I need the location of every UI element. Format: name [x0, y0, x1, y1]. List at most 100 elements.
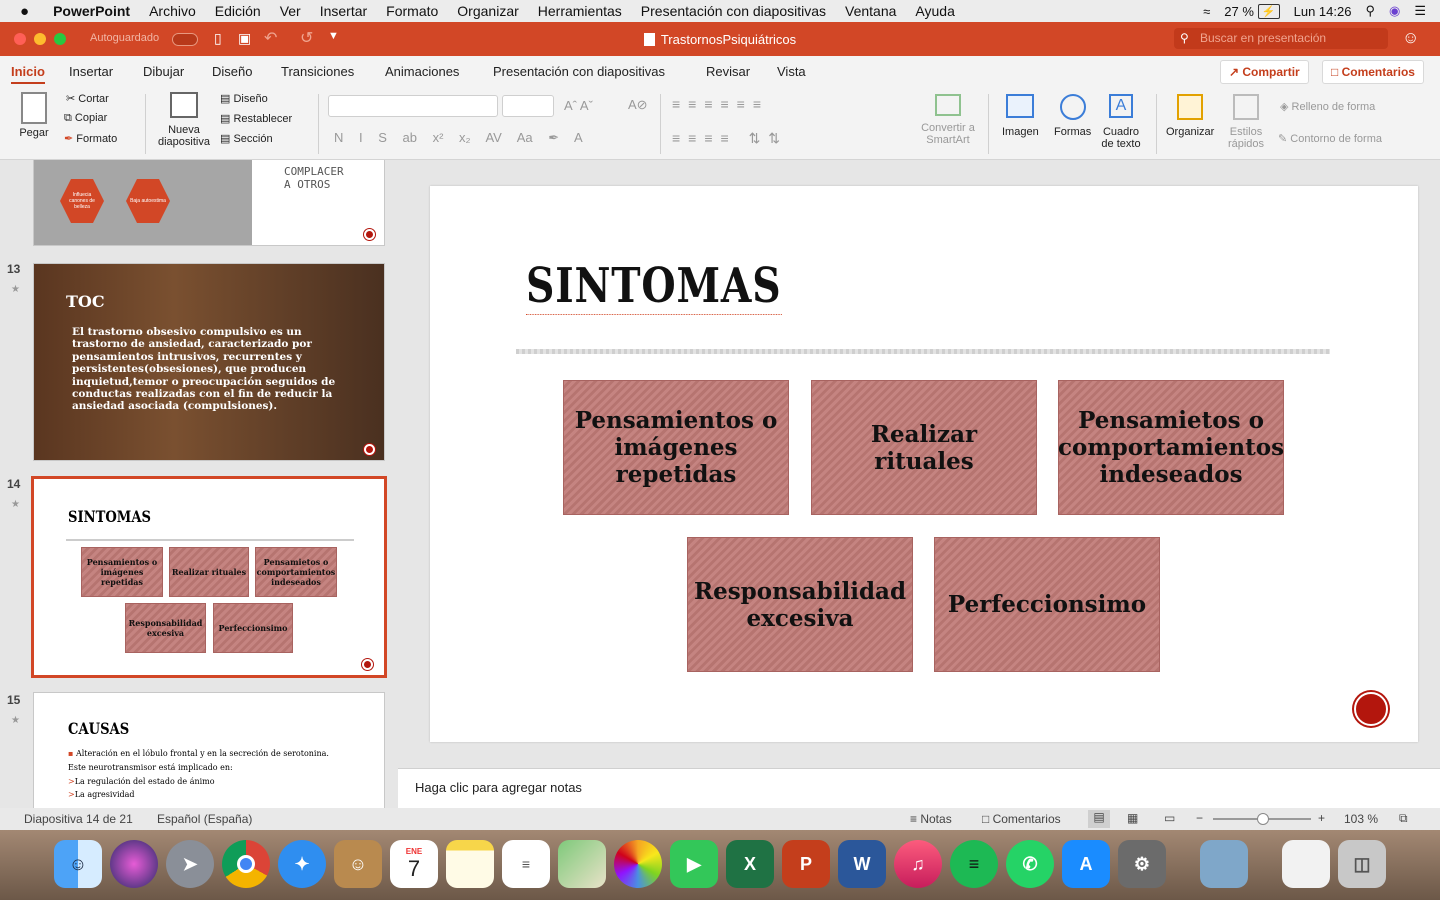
symptom-box[interactable]: Pensamietos o comportamientos indeseados — [1058, 380, 1284, 515]
slide-thumbnail-12[interactable]: Influecia canones de belleza Baja autoes… — [33, 160, 385, 246]
siri-icon[interactable]: ◉ — [1389, 3, 1400, 19]
search-input[interactable]: Buscar en presentación — [1174, 28, 1388, 49]
clear-format-icon[interactable]: A⊘ — [628, 97, 648, 113]
symptom-box[interactable]: Realizar rituales — [811, 380, 1037, 515]
menu-ventana[interactable]: Ventana — [845, 3, 896, 19]
launchpad-icon[interactable]: ➤ — [166, 840, 214, 888]
notification-center-icon[interactable]: ☰ — [1414, 3, 1426, 19]
cut-button[interactable]: ✂ Cortar — [66, 92, 109, 105]
menu-ver[interactable]: Ver — [280, 3, 301, 19]
font-style-buttons[interactable]: N I S ab x² x₂ AV Aa ✒ A — [334, 130, 583, 146]
comments-button[interactable]: □ Comentarios — [1322, 60, 1424, 84]
reset-button[interactable]: ▤ Restablecer — [220, 112, 292, 125]
zoom-level[interactable]: 103 % — [1344, 812, 1378, 826]
fit-to-window-icon[interactable]: ⧉ — [1399, 811, 1408, 826]
normal-view-icon[interactable]: ▤ — [1088, 810, 1110, 828]
menu-insertar[interactable]: Insertar — [320, 3, 367, 19]
paste-button[interactable]: Pegar — [12, 92, 56, 139]
symptom-box[interactable]: Responsabilidad excesiva — [687, 537, 913, 672]
app-store-icon[interactable]: A — [1062, 840, 1110, 888]
tab-animaciones[interactable]: Animaciones — [385, 64, 459, 79]
align-buttons[interactable]: ≡≡≡≡ ⇅⇅ — [672, 130, 788, 147]
zoom-slider-thumb[interactable] — [1257, 813, 1269, 825]
shape-fill-button[interactable]: ◈ Relleno de forma — [1280, 100, 1375, 113]
font-size-select[interactable] — [502, 95, 554, 117]
maps-icon[interactable] — [558, 840, 606, 888]
increase-font-icon[interactable]: Aˆ Aˇ — [564, 98, 593, 113]
menu-edicion[interactable]: Edición — [215, 3, 261, 19]
insert-shapes-button[interactable]: Formas — [1054, 94, 1091, 138]
excel-icon[interactable]: X — [726, 840, 774, 888]
insert-image-button[interactable]: Imagen — [1002, 94, 1039, 138]
menu-organizar[interactable]: Organizar — [457, 3, 518, 19]
comments-toggle[interactable]: □ Comentarios — [982, 812, 1061, 826]
preview-icon[interactable] — [1200, 840, 1248, 888]
feedback-smiley-icon[interactable]: ☺ — [1402, 28, 1419, 48]
powerpoint-icon[interactable]: P — [782, 840, 830, 888]
word-icon[interactable]: W — [838, 840, 886, 888]
tab-vista[interactable]: Vista — [777, 64, 806, 79]
slide-thumbnail-panel[interactable]: Influecia canones de belleza Baja autoes… — [0, 160, 398, 808]
whatsapp-icon[interactable]: ✆ — [1006, 840, 1054, 888]
convert-smartart-button[interactable]: Convertir a SmartArt — [918, 94, 978, 146]
tab-revisar[interactable]: Revisar — [706, 64, 750, 79]
section-button[interactable]: ▤ Sección — [220, 132, 273, 145]
share-button[interactable]: ↗ Compartir — [1220, 60, 1309, 84]
zoom-slider[interactable] — [1213, 813, 1311, 825]
spotlight-search-icon[interactable]: ⚲ — [1365, 3, 1375, 19]
spotify-icon[interactable]: ≡ — [950, 840, 998, 888]
safari-icon[interactable]: ✦ — [278, 840, 326, 888]
quick-styles-button[interactable]: Estilos rápidos — [1226, 94, 1266, 150]
tab-diseno[interactable]: Diseño — [212, 64, 252, 79]
system-preferences-icon[interactable]: ⚙ — [1118, 840, 1166, 888]
notes-pane[interactable]: Haga clic para agregar notas — [398, 768, 1440, 808]
menu-ayuda[interactable]: Ayuda — [915, 3, 954, 19]
siri-icon[interactable] — [110, 840, 158, 888]
tab-inicio[interactable]: Inicio — [11, 64, 45, 84]
chrome-icon[interactable] — [222, 840, 270, 888]
battery-icon[interactable]: ⚡ — [1257, 3, 1280, 19]
notes-app-icon[interactable] — [446, 840, 494, 888]
apple-menu-icon[interactable]: ● — [20, 3, 29, 20]
clock[interactable]: Lun 14:26 — [1294, 4, 1352, 19]
list-buttons[interactable]: ≡≡≡≡≡≡ — [672, 96, 769, 112]
menu-archivo[interactable]: Archivo — [149, 3, 196, 19]
facetime-icon[interactable]: ▶ — [670, 840, 718, 888]
tab-presentacion[interactable]: Presentación con diapositivas — [493, 64, 665, 79]
slide-thumbnail-13[interactable]: TOC El trastorno obsesivo compulsivo es … — [33, 263, 385, 461]
menu-presentacion[interactable]: Presentación con diapositivas — [641, 3, 826, 19]
calendar-icon[interactable]: ENE 7 — [390, 840, 438, 888]
notes-toggle[interactable]: ≡ Notas — [910, 812, 952, 826]
symptom-box[interactable]: Pensamientos o imágenes repetidas — [563, 380, 789, 515]
slide-thumbnail-15[interactable]: CAUSAS ▪ Alteración en el lóbulo frontal… — [33, 692, 385, 808]
wifi-icon[interactable]: ≈ — [1203, 4, 1210, 19]
layout-button[interactable]: ▤ Diseño — [220, 92, 268, 105]
font-family-select[interactable] — [328, 95, 498, 117]
downloads-stack-icon[interactable] — [1282, 840, 1330, 888]
zoom-in-button[interactable]: + — [1318, 811, 1325, 825]
photos-icon[interactable] — [614, 840, 662, 888]
arrange-button[interactable]: Organizar — [1166, 94, 1214, 138]
tab-insertar[interactable]: Insertar — [69, 64, 113, 79]
current-slide[interactable]: SINTOMAS Pensamientos o imágenes repetid… — [430, 186, 1418, 742]
contacts-icon[interactable]: ☺ — [334, 840, 382, 888]
slide-sorter-view-icon[interactable]: ▦ — [1127, 811, 1138, 825]
format-painter-button[interactable]: ✒ Formato — [64, 132, 117, 145]
reminders-icon[interactable]: ≡ — [502, 840, 550, 888]
copy-button[interactable]: ⧉ Copiar — [64, 112, 107, 125]
menu-herramientas[interactable]: Herramientas — [538, 3, 622, 19]
tab-dibujar[interactable]: Dibujar — [143, 64, 184, 79]
slide-title[interactable]: SINTOMAS — [526, 258, 782, 315]
symptom-box[interactable]: Perfeccionsimo — [934, 537, 1160, 672]
zoom-out-button[interactable]: − — [1196, 811, 1203, 825]
menu-formato[interactable]: Formato — [386, 3, 438, 19]
presenter-view-icon[interactable]: ▭ — [1164, 811, 1175, 825]
finder-icon[interactable]: ☺ — [54, 840, 102, 888]
music-icon[interactable]: ♫ — [894, 840, 942, 888]
insert-textbox-button[interactable]: A Cuadro de texto — [1101, 94, 1141, 150]
trash-icon[interactable]: ◫ — [1338, 840, 1386, 888]
shape-outline-button[interactable]: ✎ Contorno de forma — [1278, 132, 1382, 145]
tab-transiciones[interactable]: Transiciones — [281, 64, 354, 79]
new-slide-button[interactable]: Nueva diapositiva — [156, 92, 212, 148]
language-indicator[interactable]: Español (España) — [157, 812, 252, 826]
